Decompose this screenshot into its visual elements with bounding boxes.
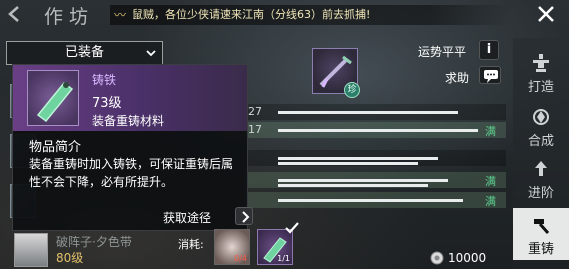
owner-avatar xyxy=(14,233,48,267)
currency-amount: 10000 xyxy=(448,251,487,265)
filter-dropdown[interactable]: 已装备 xyxy=(6,41,163,65)
help-label: 求助 xyxy=(445,71,470,85)
info-button[interactable]: i xyxy=(479,40,499,60)
stat-max: 满 xyxy=(485,175,496,188)
stat-bar xyxy=(278,199,463,202)
material-slot[interactable]: 0/4 xyxy=(214,229,250,265)
stat-bar xyxy=(278,179,448,182)
back-arrow-icon[interactable] xyxy=(6,4,32,24)
tooltip-header: 铸铁 73级 装备重铸材料 xyxy=(13,65,247,131)
material-slot[interactable]: 1/1 xyxy=(257,229,293,265)
stat-bar xyxy=(278,129,478,132)
material-count: 0/4 xyxy=(234,254,247,263)
sidebar-item-label: 进阶 xyxy=(527,186,554,201)
item-tooltip: 铸铁 73级 装备重铸材料 物品简介 装备重铸时加入铸铁，可保证重铸后属性不会下… xyxy=(12,64,253,231)
stat-row: 17 满 xyxy=(244,122,506,138)
close-button[interactable] xyxy=(532,2,560,28)
rarity-badge: 珍 xyxy=(344,82,360,98)
upgrade-icon xyxy=(535,161,547,176)
stat-value: 17 xyxy=(248,123,262,136)
stat-row: 满 xyxy=(244,192,506,208)
broadcast-text: 鼠贼，各位少侠请速来江南（分线63）前去抓捕! xyxy=(132,8,371,21)
consume-label: 消耗: xyxy=(178,238,204,251)
item-description: 装备重铸时加入铸铁，可保证重铸后属性不会下降，必有所提升。 xyxy=(29,157,234,189)
sidebar: 打造 合成 进阶 重铸 xyxy=(513,38,569,269)
cast-iron-icon xyxy=(27,70,79,126)
anvil-icon xyxy=(533,54,549,72)
combine-icon xyxy=(533,109,549,125)
section-title: 物品简介 xyxy=(29,140,82,155)
fortune-label: 运势平平 xyxy=(418,45,467,59)
page-title: 作坊 xyxy=(44,6,95,28)
stat-value: 27 xyxy=(248,105,262,118)
stat-max: 满 xyxy=(485,195,496,208)
check-icon[interactable] xyxy=(285,222,299,234)
broadcast-banner: 〰 鼠贼，各位少侠请速来江南（分线63）前去抓捕! xyxy=(110,5,510,25)
sidebar-item-forge[interactable]: 打造 xyxy=(513,46,569,98)
chevron-right-icon[interactable] xyxy=(235,207,253,225)
stat-bar xyxy=(278,162,418,165)
item-name: 铸铁 xyxy=(92,73,117,87)
material-count: 1/1 xyxy=(277,254,290,263)
owner-level: 80级 xyxy=(56,251,84,265)
obtain-label[interactable]: 获取途径 xyxy=(163,209,211,226)
stat-row xyxy=(244,150,506,166)
owner-name: 破阵子·夕色带 xyxy=(56,235,132,249)
stat-bar xyxy=(278,157,438,160)
stat-row: 满 xyxy=(244,172,506,188)
stat-bar xyxy=(278,111,458,114)
sidebar-item-recast[interactable]: 重铸 xyxy=(513,208,569,260)
stat-row: 27 xyxy=(244,104,506,120)
sidebar-item-label: 重铸 xyxy=(527,242,554,257)
horn-icon: 〰 xyxy=(114,8,127,22)
sidebar-item-label: 打造 xyxy=(527,80,554,95)
sidebar-item-combine[interactable]: 合成 xyxy=(513,100,569,152)
silver-coin-icon xyxy=(430,251,444,265)
sidebar-item-advance[interactable]: 进阶 xyxy=(513,152,569,204)
sidebar-item-label: 合成 xyxy=(527,134,554,149)
item-level: 73级 xyxy=(92,96,122,111)
chat-icon[interactable] xyxy=(479,66,501,84)
hammer-icon xyxy=(534,219,550,234)
stat-max: 满 xyxy=(485,125,496,138)
stat-bar xyxy=(278,184,428,187)
filter-dropdown-label: 已装备 xyxy=(64,45,104,60)
chevron-down-icon xyxy=(146,50,156,57)
item-type: 装备重铸材料 xyxy=(92,114,165,128)
